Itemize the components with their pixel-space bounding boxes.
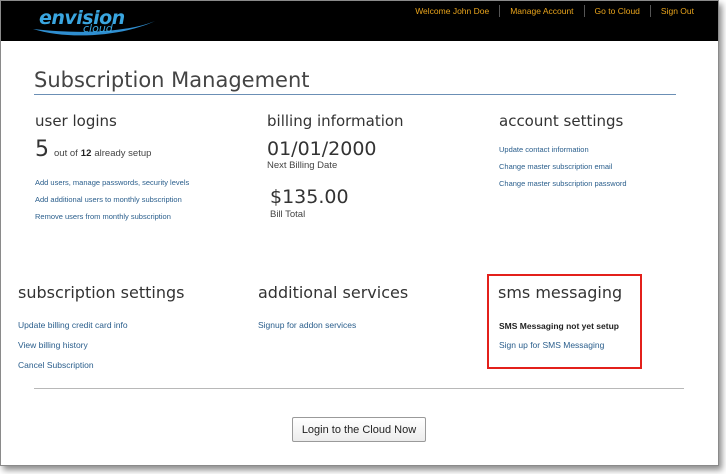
welcome-text: Welcome John Doe <box>415 6 490 16</box>
user-count-total: 12 <box>80 148 92 159</box>
change-email-link[interactable]: Change master subscription email <box>499 162 612 171</box>
next-billing-caption: Next Billing Date <box>267 160 338 171</box>
top-header: envision cloud Welcome John Doe Manage A… <box>1 1 718 41</box>
signup-addon-link[interactable]: Signup for addon services <box>258 320 356 330</box>
update-billing-card-link[interactable]: Update billing credit card info <box>18 320 128 330</box>
user-count: 5 out of 12 already setup <box>35 137 151 162</box>
user-logins-heading: user logins <box>35 112 117 130</box>
remove-users-link[interactable]: Remove users from monthly subscription <box>35 212 171 221</box>
login-cloud-button[interactable]: Login to the Cloud Now <box>292 417 426 442</box>
page-title: Subscription Management <box>34 68 310 92</box>
bill-total: $135.00 <box>270 186 349 208</box>
nav-go-to-cloud[interactable]: Go to Cloud <box>595 6 640 16</box>
user-count-out-of: out of <box>54 148 78 159</box>
nav-manage-account[interactable]: Manage Account <box>510 6 573 16</box>
logo-subtext: cloud <box>83 22 113 35</box>
nav-divider <box>499 5 501 17</box>
cancel-subscription-link[interactable]: Cancel Subscription <box>18 360 94 370</box>
subscription-settings-heading: subscription settings <box>18 283 185 302</box>
view-billing-history-link[interactable]: View billing history <box>18 340 88 350</box>
additional-services-heading: additional services <box>258 283 409 302</box>
update-contact-link[interactable]: Update contact information <box>499 145 589 154</box>
nav-divider <box>583 5 585 17</box>
sms-status: SMS Messaging not yet setup <box>499 321 619 331</box>
title-divider <box>34 94 676 95</box>
user-count-value: 5 <box>35 137 49 162</box>
manage-users-link[interactable]: Add users, manage passwords, security le… <box>35 178 189 187</box>
change-password-link[interactable]: Change master subscription password <box>499 179 627 188</box>
nav-divider <box>649 5 651 17</box>
nav-sign-out[interactable]: Sign Out <box>661 6 694 16</box>
sms-heading: sms messaging <box>498 283 623 302</box>
bill-total-caption: Bill Total <box>270 209 306 220</box>
user-count-suffix: already setup <box>94 148 152 159</box>
bottom-divider <box>34 388 684 389</box>
envision-cloud-logo[interactable]: envision cloud <box>31 5 161 39</box>
top-nav: Welcome John Doe Manage Account Go to Cl… <box>415 5 694 17</box>
add-users-link[interactable]: Add additional users to monthly subscrip… <box>35 195 182 204</box>
app-window: envision cloud Welcome John Doe Manage A… <box>0 0 719 466</box>
billing-heading: billing information <box>267 112 404 130</box>
account-settings-heading: account settings <box>499 112 624 130</box>
next-billing-date: 01/01/2000 <box>267 138 377 160</box>
sms-signup-link[interactable]: Sign up for SMS Messaging <box>499 340 604 350</box>
